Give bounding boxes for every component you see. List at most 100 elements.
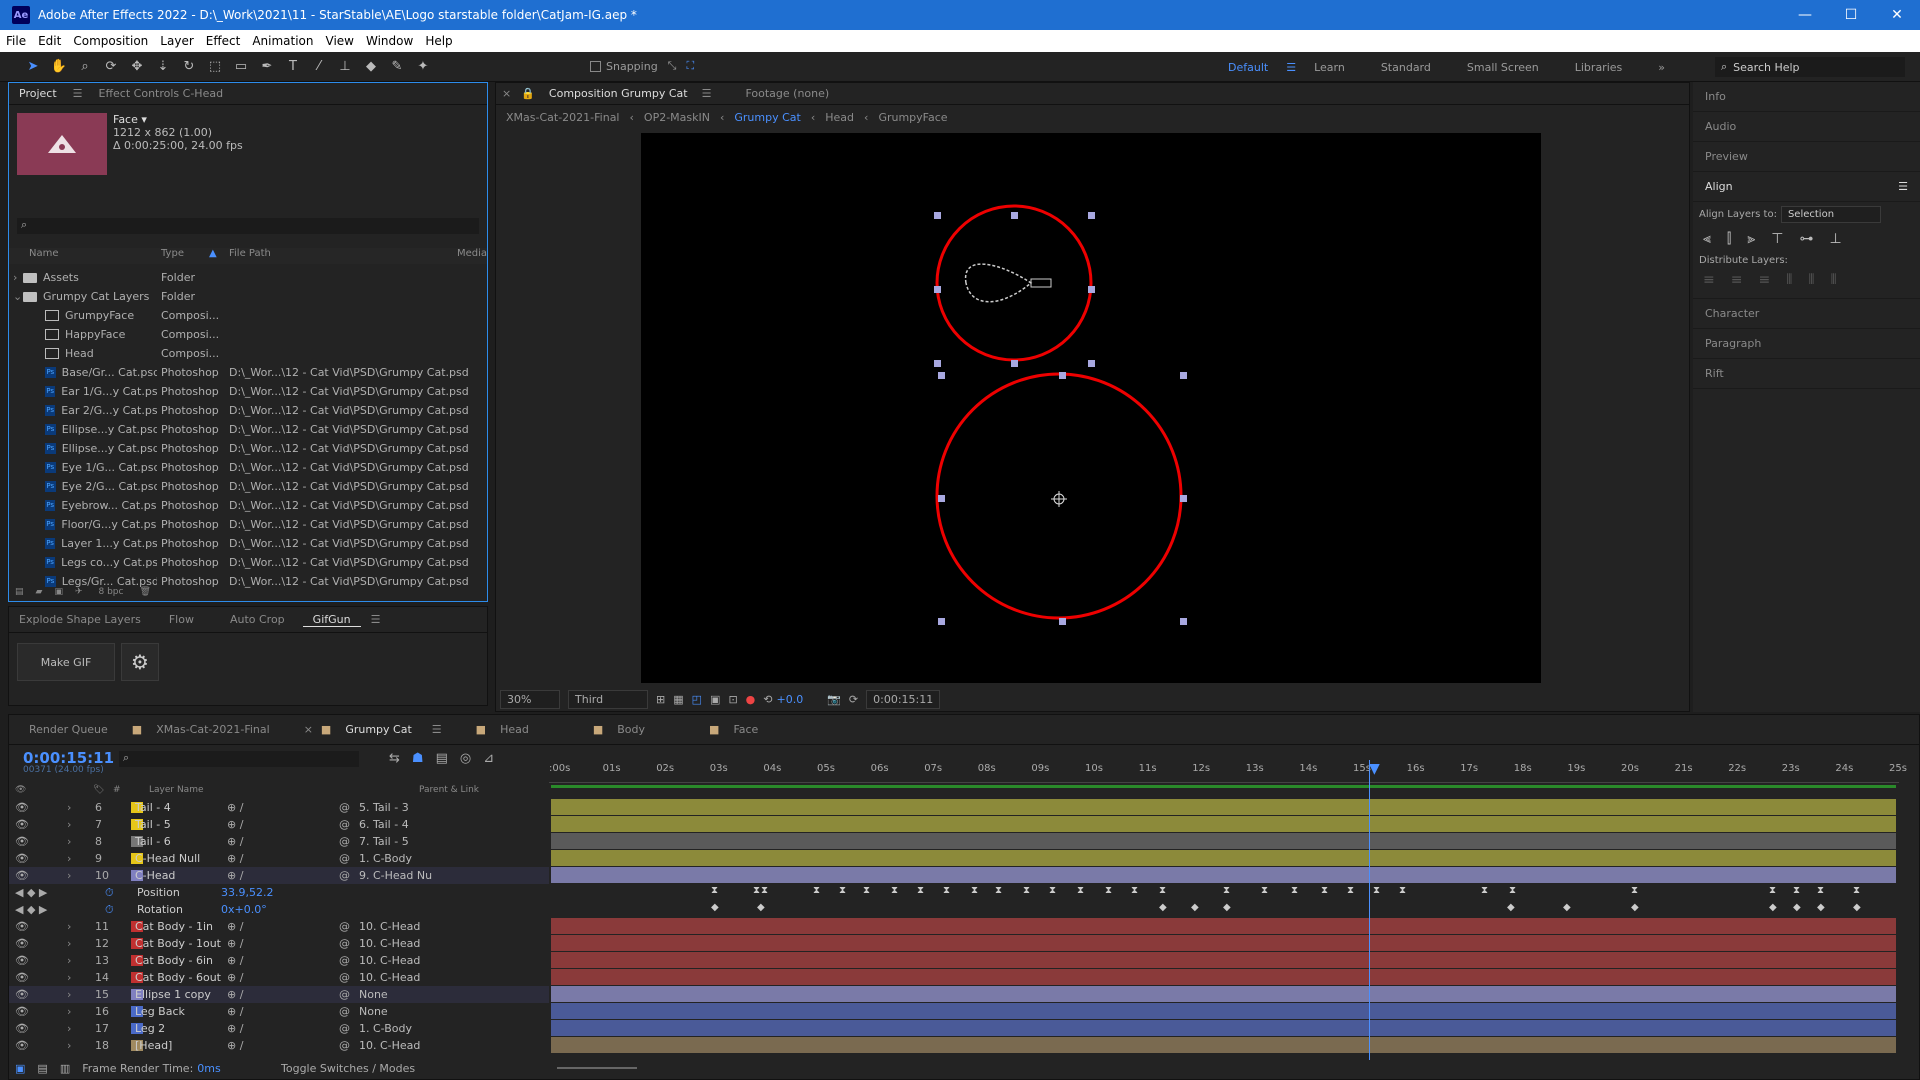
distribute-right-icon[interactable]: ⦀ (1831, 272, 1837, 288)
panel-menu-icon[interactable]: ☰ (698, 87, 716, 100)
minimize-button[interactable]: — (1782, 7, 1828, 23)
graph-editor-icon[interactable]: ⊿ (483, 751, 494, 766)
twirl-icon[interactable]: › (67, 818, 71, 831)
project-item[interactable]: Ps Base/Gr... Cat.psd Photoshop D:\_Wor...\… (9, 363, 487, 382)
workspace-libraries[interactable]: Libraries (1557, 61, 1641, 74)
comp-mini-flowchart-icon[interactable]: ⇆ (389, 751, 400, 766)
tab-render-queue[interactable]: Render Queue (9, 723, 128, 736)
align-right-icon[interactable]: ⫸ (1747, 231, 1755, 247)
audio-panel-header[interactable]: Audio (1693, 112, 1920, 142)
info-panel-header[interactable]: Info (1693, 82, 1920, 112)
maximize-button[interactable]: ☐ (1828, 7, 1874, 23)
eraser-tool-icon[interactable]: ◆ (361, 57, 381, 77)
twirl-icon[interactable]: › (67, 954, 71, 967)
breadcrumb-item[interactable]: Head (815, 111, 864, 124)
column-media[interactable]: Media (457, 248, 487, 259)
panel-menu-icon[interactable]: ☰ (1898, 180, 1908, 193)
tab-footage[interactable]: Footage (none) (715, 87, 839, 100)
gear-icon[interactable]: ⚙ (121, 643, 159, 681)
layer-row[interactable]: 👁 › 7 Tail - 5 ⊕ ∕ @6. Tail - 4 (9, 816, 549, 833)
parent-dropdown[interactable]: 7. Tail - 5 (359, 835, 449, 848)
layer-duration-bar[interactable] (551, 952, 1896, 968)
exposure-value[interactable]: +0.0 (776, 693, 803, 706)
layer-switches[interactable]: ⊕ ∕ (227, 1039, 243, 1052)
tab-explode-shape-layers[interactable]: Explode Shape Layers (9, 613, 151, 626)
twirl-icon[interactable]: › (67, 937, 71, 950)
eye-icon[interactable]: 👁 (15, 971, 29, 984)
dolly-tool-icon[interactable]: ⇣ (153, 57, 173, 77)
stopwatch-icon[interactable]: ⏱ (105, 886, 114, 900)
eye-icon[interactable]: 👁 (15, 1022, 29, 1035)
keyframe-icon[interactable]: ⧗ (995, 885, 1002, 896)
keyframe-icon[interactable]: ⧗ (1817, 885, 1824, 896)
selection-handles[interactable] (934, 212, 1187, 625)
layer-switches[interactable]: ⊕ ∕ (227, 1022, 243, 1035)
column-file-path[interactable]: File Path (229, 248, 271, 259)
menu-composition[interactable]: Composition (67, 34, 154, 48)
menu-view[interactable]: View (320, 34, 360, 48)
pan-behind-tool-icon[interactable]: ⬚ (205, 57, 225, 77)
keyframe-icon[interactable]: ◆ (1793, 902, 1801, 913)
keyframe-icon[interactable]: ⧗ (1373, 885, 1380, 896)
layer-switches[interactable]: ⊕ ∕ (227, 1005, 243, 1018)
layer-switches[interactable]: ⊕ ∕ (227, 954, 243, 967)
menu-edit[interactable]: Edit (32, 34, 67, 48)
close-tab-icon[interactable]: × (496, 87, 517, 100)
pickwhip-icon[interactable]: @ (339, 920, 350, 933)
align-top-icon[interactable]: ⊤ (1771, 231, 1783, 247)
align-to-dropdown[interactable]: Selection (1780, 206, 1881, 223)
keyframe-icon[interactable]: ⧗ (1853, 885, 1860, 896)
toggle-switches-modes[interactable]: Toggle Switches / Modes (281, 1062, 415, 1075)
keyframe-icon[interactable]: ◆ (1507, 902, 1515, 913)
keyframe-icon[interactable]: ⧗ (711, 885, 718, 896)
project-item[interactable]: GrumpyFace Composi... (9, 306, 487, 325)
keyframe-icon[interactable]: ⧗ (1769, 885, 1776, 896)
reset-exposure-icon[interactable]: ⟲ (763, 693, 772, 706)
keyframe-icon[interactable]: ◆ (1563, 902, 1571, 913)
hand-tool-icon[interactable]: ✋ (49, 57, 69, 77)
keyframe-icon[interactable]: ⧗ (863, 885, 870, 896)
trash-icon[interactable]: 🗑 (139, 587, 150, 597)
type-tool-icon[interactable]: T (283, 57, 303, 77)
twirl-icon[interactable]: › (67, 801, 71, 814)
keyframe-icon[interactable]: ◆ (1223, 902, 1231, 913)
snapping-checkbox[interactable] (590, 60, 601, 72)
zoom-tool-icon[interactable]: ⌕ (75, 57, 95, 77)
region-of-interest-icon[interactable]: ⊞ (656, 693, 665, 706)
zoom-dropdown[interactable]: 30% (500, 689, 560, 709)
project-item[interactable]: Ps Legs co...y Cat.psd Photoshop D:\_Wor...… (9, 553, 487, 572)
new-comp-icon[interactable]: ▣ (54, 587, 63, 597)
eye-icon[interactable]: 👁 (15, 988, 29, 1001)
keyframe-icon[interactable]: ⧗ (1793, 885, 1800, 896)
menu-effect[interactable]: Effect (200, 34, 247, 48)
shy-layers-icon[interactable]: ☗ (412, 751, 424, 766)
parent-dropdown[interactable]: None (359, 1005, 449, 1018)
distribute-bottom-icon[interactable]: ≡ (1758, 272, 1770, 288)
align-vcenter-icon[interactable]: ⊶ (1800, 231, 1814, 247)
twirl-icon[interactable]: › (67, 869, 71, 882)
keyframe-icon[interactable]: ⧗ (761, 885, 768, 896)
layer-duration-bar[interactable] (551, 833, 1896, 849)
layer-duration-bar[interactable] (551, 1003, 1896, 1019)
keyframe-icon[interactable]: ⧗ (1509, 885, 1516, 896)
layer-duration-bar[interactable] (551, 1020, 1896, 1036)
work-area-bar[interactable] (551, 785, 1896, 788)
tab-composition[interactable]: Composition Grumpy Cat (539, 87, 698, 100)
tab-gifgun[interactable]: GifGun (302, 613, 361, 627)
project-item[interactable]: Ps Ear 1/G...y Cat.psd Photoshop D:\_Wor...… (9, 382, 487, 401)
layer-name[interactable]: Tail - 5 (135, 818, 171, 831)
parent-dropdown[interactable]: 6. Tail - 4 (359, 818, 449, 831)
twirl-icon[interactable]: › (13, 271, 17, 284)
layer-row[interactable]: 👁 › 17 Leg 2 ⊕ ∕ @1. C-Body (9, 1020, 549, 1037)
brush-tool-icon[interactable]: ⁄ (309, 57, 329, 77)
layer-name[interactable]: Ellipse 1 copy (135, 988, 211, 1001)
align-panel-header[interactable]: Align ☰ (1693, 172, 1920, 202)
layer-switches[interactable]: ⊕ ∕ (227, 971, 243, 984)
parent-dropdown[interactable]: 10. C-Head (359, 954, 449, 967)
distribute-vcenter-icon[interactable]: ≡ (1731, 272, 1743, 288)
path-handle[interactable] (1030, 278, 1052, 288)
column-type[interactable]: Type (161, 248, 184, 259)
panel-menu-icon[interactable]: ☰ (67, 87, 89, 100)
transparency-grid-icon[interactable]: ▦ (673, 693, 683, 706)
eye-icon[interactable]: 👁 (15, 835, 29, 848)
